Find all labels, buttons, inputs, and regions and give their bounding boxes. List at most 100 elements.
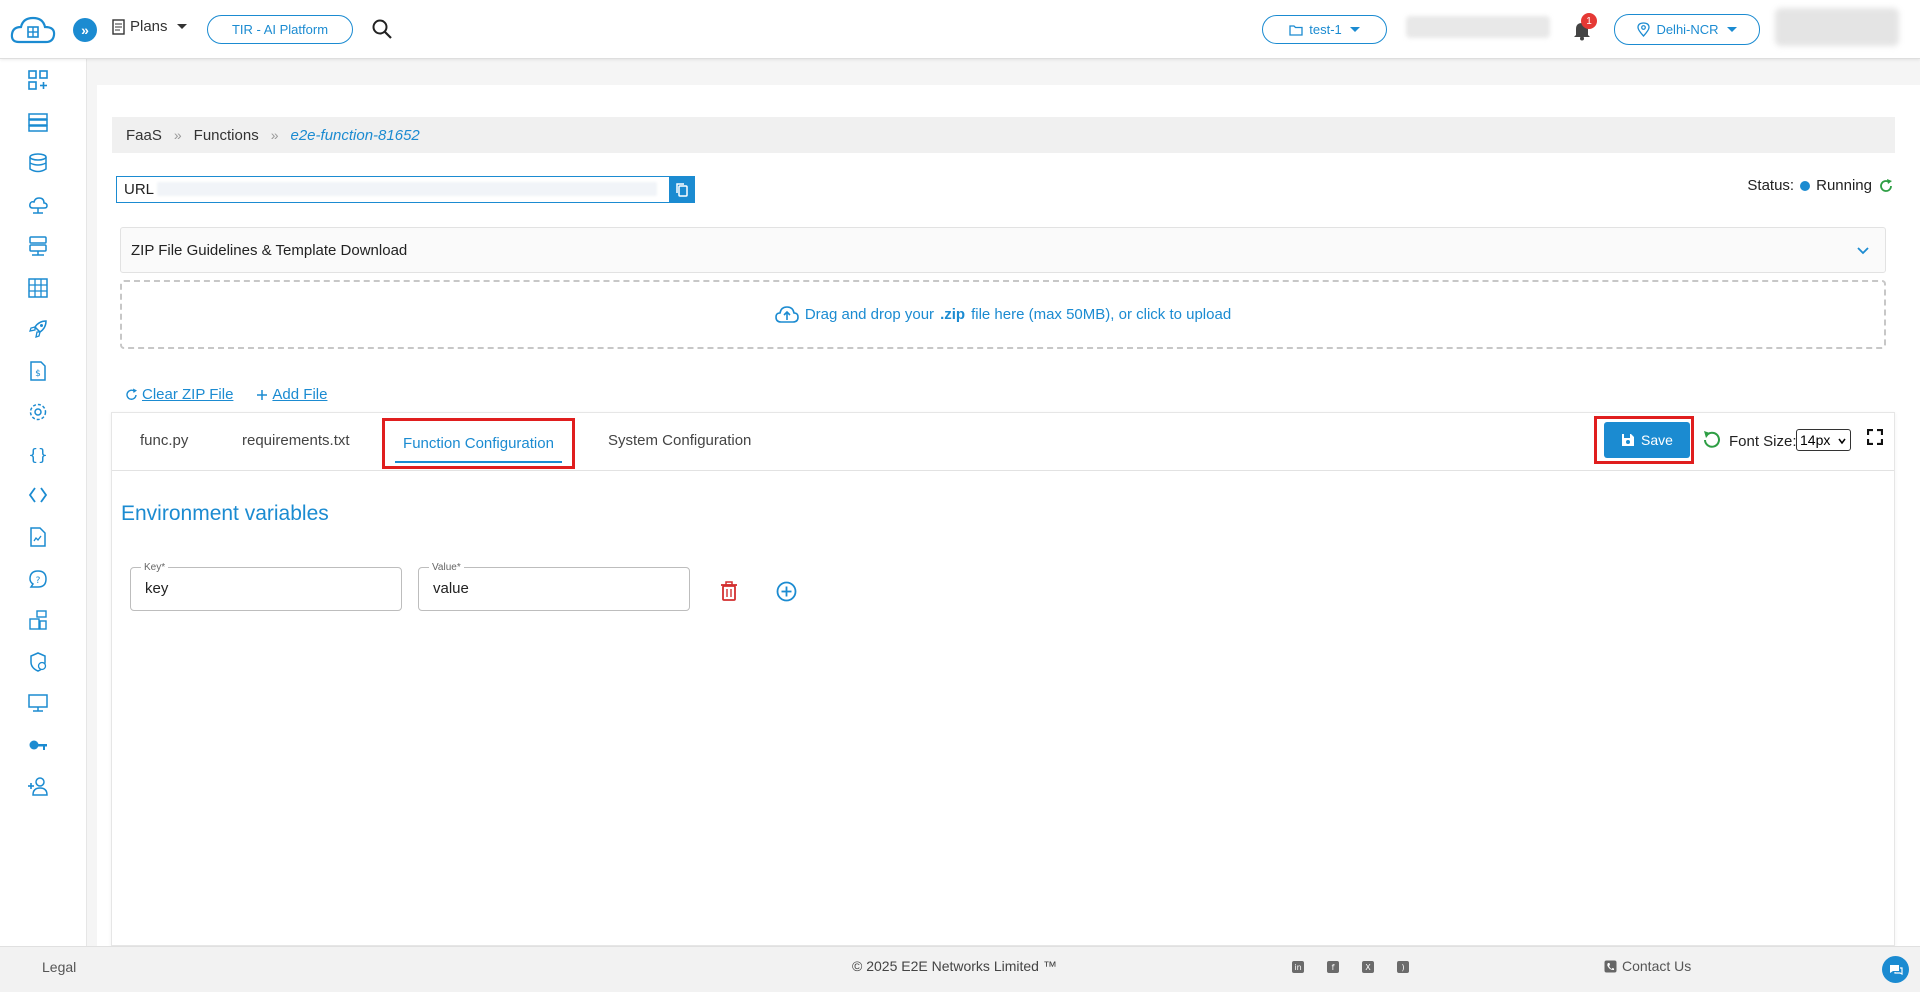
delete-variable-icon[interactable]	[720, 581, 738, 601]
notification-badge: 1	[1581, 13, 1597, 29]
plans-menu[interactable]: Plans	[111, 18, 187, 35]
redacted-header-info	[1406, 16, 1550, 38]
editor-tabbar: func.py requirements.txt Function Config…	[112, 413, 1894, 471]
servers-icon[interactable]	[26, 110, 50, 134]
add-file-label: Add File	[272, 386, 328, 403]
document-icon[interactable]	[26, 525, 50, 549]
zip-guidelines-accordion[interactable]: ZIP File Guidelines & Template Download	[120, 227, 1886, 273]
social-links: in f X )	[1292, 961, 1409, 973]
sidebar: $ {} ?	[0, 59, 87, 946]
breadcrumb-functions[interactable]: Functions	[194, 127, 259, 144]
rocket-icon[interactable]	[26, 317, 50, 341]
breadcrumb-faas[interactable]: FaaS	[126, 127, 162, 144]
project-selector[interactable]: test-1	[1262, 15, 1387, 44]
environment-variables-heading: Environment variables	[121, 502, 329, 525]
project-label: test-1	[1309, 22, 1342, 37]
copy-url-button[interactable]	[669, 176, 695, 203]
value-field-value: value	[433, 580, 469, 597]
cloud-storage-icon[interactable]	[26, 193, 50, 217]
location-pin-icon	[1637, 22, 1651, 37]
add-file-button[interactable]: Add File	[255, 386, 327, 403]
region-selector[interactable]: Delhi-NCR	[1614, 14, 1760, 45]
clear-zip-button[interactable]: Clear ZIP File	[125, 386, 233, 403]
save-button[interactable]: Save	[1604, 422, 1690, 458]
function-status: Status: Running	[1747, 177, 1894, 194]
plans-icon	[112, 18, 125, 35]
security-shield-icon[interactable]	[26, 650, 50, 674]
svg-text:$: $	[35, 369, 41, 379]
footer: Legal © 2025 E2E Networks Limited ™ in f…	[0, 946, 1920, 992]
e2e-cloud-logo[interactable]	[9, 12, 57, 48]
save-label: Save	[1641, 432, 1673, 448]
support-chat-icon[interactable]: ?	[26, 567, 50, 591]
folder-icon	[1289, 24, 1303, 36]
billing-icon[interactable]: $	[26, 359, 50, 383]
zip-actions: Clear ZIP File Add File	[125, 386, 327, 403]
status-indicator	[1800, 180, 1811, 191]
network-icon[interactable]	[26, 608, 50, 632]
top-header: » Plans TIR - AI Platform test-1 1 Delhi…	[0, 0, 1920, 59]
table-grid-icon[interactable]	[26, 276, 50, 300]
code-icon[interactable]	[26, 483, 50, 507]
contact-us-link[interactable]: Contact Us	[1604, 958, 1691, 974]
chat-bubble-icon	[1889, 964, 1903, 975]
refresh-icon[interactable]	[1878, 178, 1894, 194]
monitor-icon[interactable]	[26, 691, 50, 715]
key-icon[interactable]	[26, 733, 50, 757]
fullscreen-icon[interactable]	[1867, 429, 1883, 445]
tab-function-configuration[interactable]: Function Configuration	[382, 418, 575, 469]
url-field[interactable]: URL	[116, 176, 670, 203]
add-user-icon[interactable]	[26, 774, 50, 798]
chevron-down-icon	[1857, 247, 1869, 255]
tab-function-configuration-label: Function Configuration	[403, 435, 554, 452]
zip-dropzone[interactable]: Drag and drop your .zip file here (max 5…	[120, 280, 1886, 349]
status-label: Status:	[1747, 177, 1795, 194]
undo-reset-icon[interactable]	[1700, 429, 1722, 451]
copy-icon	[676, 182, 688, 197]
facebook-icon[interactable]: f	[1327, 961, 1339, 973]
copyright-text: © 2025 E2E Networks Limited ™	[852, 958, 1057, 974]
settings-icon[interactable]	[26, 400, 50, 424]
svg-text:{}: {}	[28, 445, 47, 464]
svg-text:?: ?	[36, 576, 41, 586]
dashboard-icon[interactable]	[26, 68, 50, 92]
search-icon[interactable]	[371, 18, 393, 40]
dropzone-text-before: Drag and drop your	[804, 306, 935, 323]
breadcrumb-current: e2e-function-81652	[290, 126, 420, 144]
database-icon[interactable]	[26, 151, 50, 175]
rss-icon[interactable]: )	[1397, 961, 1409, 973]
legal-link[interactable]: Legal	[42, 959, 76, 975]
storage-stack-icon[interactable]	[26, 234, 50, 258]
plans-label: Plans	[130, 18, 168, 35]
breadcrumb-separator: »	[173, 127, 182, 143]
expand-sidebar-button[interactable]: »	[73, 18, 97, 42]
key-field-value: key	[145, 580, 169, 597]
region-label: Delhi-NCR	[1656, 22, 1719, 37]
tab-requirements[interactable]: requirements.txt	[242, 432, 350, 449]
env-value-field[interactable]: Value* value	[418, 562, 690, 611]
platform-switch-button[interactable]: TIR - AI Platform	[207, 15, 353, 44]
cloud-upload-icon	[775, 305, 799, 323]
chevron-down-icon	[1838, 438, 1846, 445]
dropzone-text-after: file here (max 50MB), or click to upload	[971, 306, 1232, 323]
font-size-value: 14px	[1800, 432, 1831, 448]
chevron-down-icon	[176, 24, 187, 29]
chat-support-button[interactable]	[1882, 956, 1909, 983]
add-variable-icon[interactable]	[776, 581, 797, 602]
tab-system-configuration[interactable]: System Configuration	[608, 432, 751, 449]
contact-us-label: Contact Us	[1622, 958, 1692, 974]
value-field-label: Value*	[429, 562, 464, 573]
chevron-down-icon	[1349, 27, 1360, 32]
linkedin-icon[interactable]: in	[1292, 961, 1304, 973]
url-label: URL	[124, 181, 155, 198]
x-icon[interactable]: X	[1362, 961, 1374, 973]
env-key-field[interactable]: Key* key	[130, 562, 402, 611]
dropzone-extension: .zip	[940, 306, 966, 323]
tab-func-py[interactable]: func.py	[140, 432, 188, 449]
functions-braces-icon[interactable]: {}	[26, 442, 50, 466]
font-size-select[interactable]: 14px	[1796, 429, 1851, 451]
redacted-user-menu[interactable]	[1775, 8, 1899, 46]
breadcrumb: FaaS » Functions » e2e-function-81652	[112, 117, 1895, 153]
plus-icon	[257, 389, 268, 400]
editor-panel: func.py requirements.txt Function Config…	[111, 412, 1895, 946]
